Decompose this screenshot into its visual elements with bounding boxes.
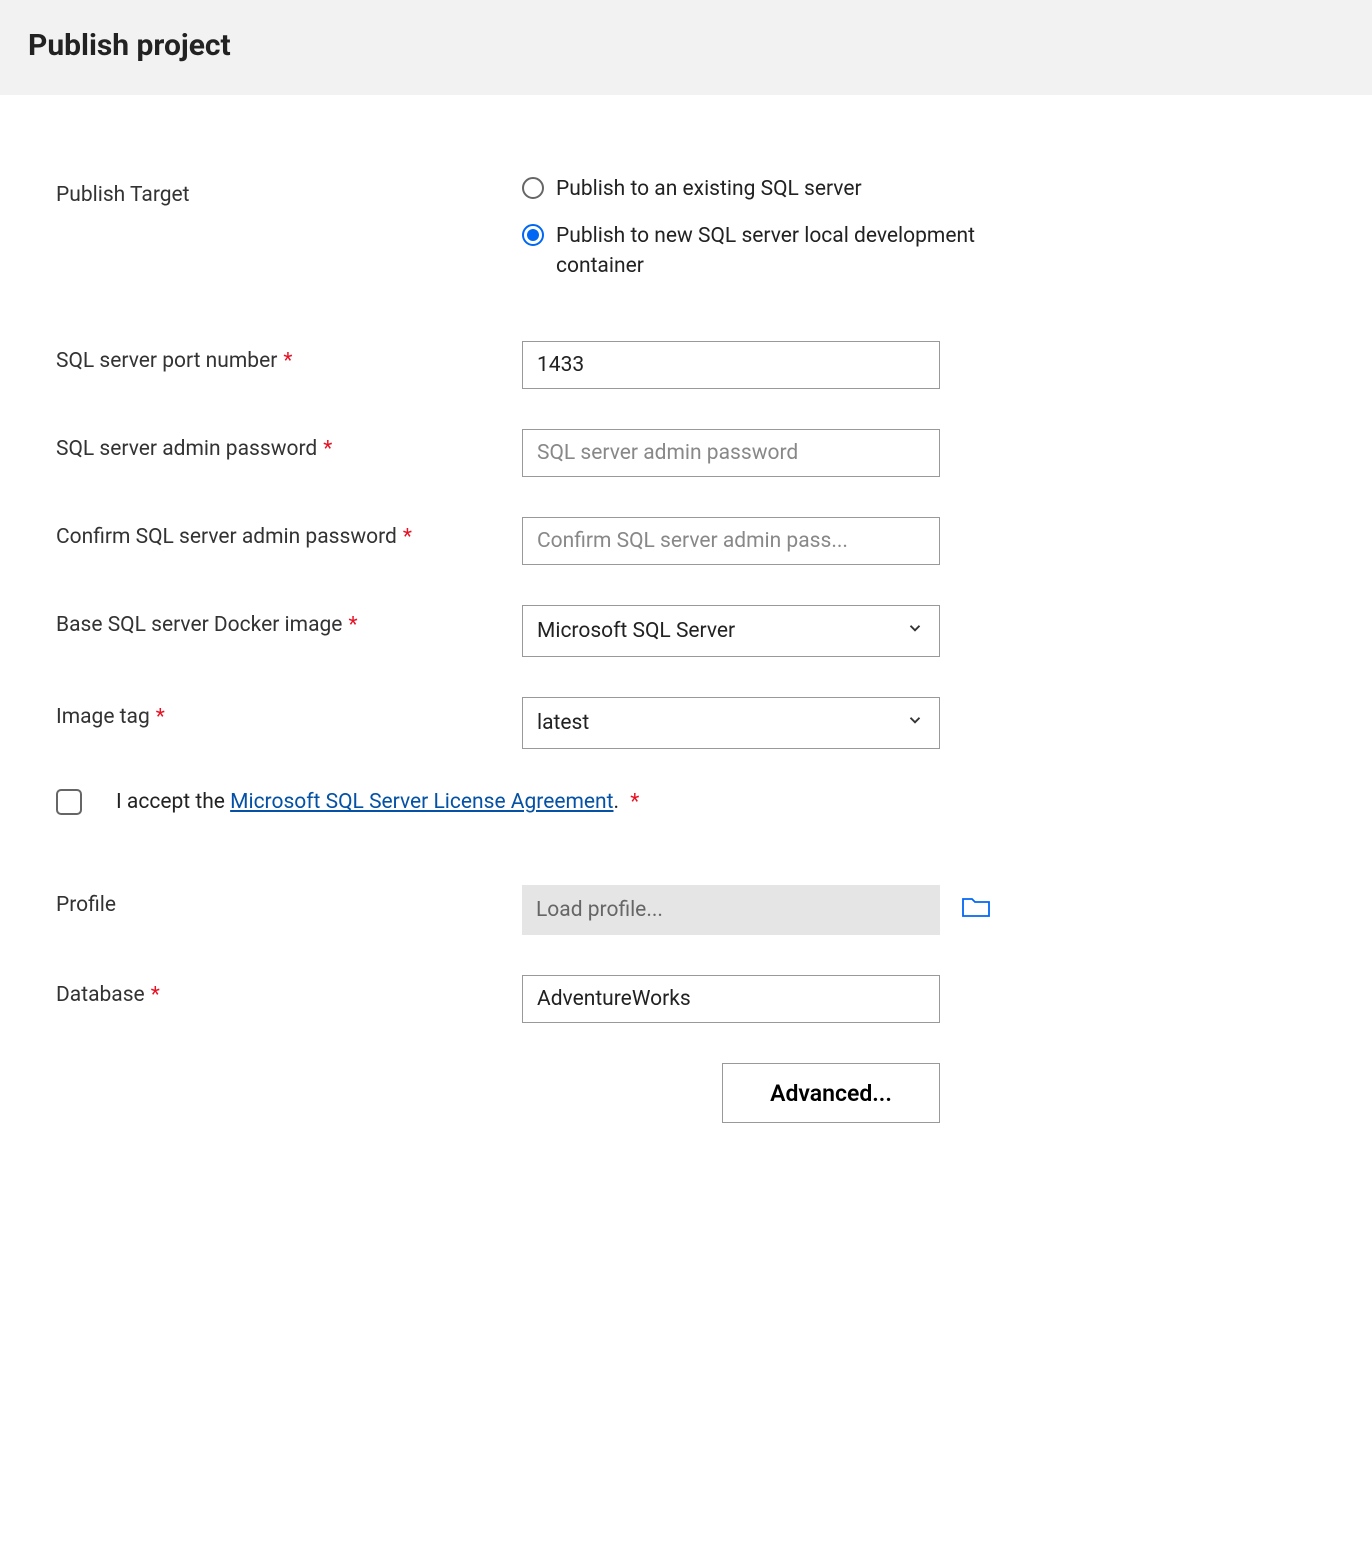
folder-icon[interactable] [962, 896, 990, 924]
required-asterisk: * [283, 349, 292, 373]
required-asterisk: * [323, 437, 332, 461]
image-tag-select[interactable] [522, 697, 940, 749]
radio-new-container[interactable]: Publish to new SQL server local developm… [522, 222, 996, 281]
port-input[interactable] [522, 341, 940, 389]
profile-label: Profile [56, 885, 522, 917]
license-agreement-link[interactable]: Microsoft SQL Server License Agreement [230, 790, 613, 814]
radio-existing-label: Publish to an existing SQL server [556, 175, 862, 204]
image-tag-label: Image tag* [56, 697, 522, 729]
required-asterisk: * [151, 983, 160, 1007]
admin-password-label: SQL server admin password* [56, 429, 522, 461]
radio-circle-selected-icon [522, 224, 544, 246]
profile-input[interactable] [522, 885, 940, 935]
required-asterisk: * [625, 790, 639, 814]
admin-password-row: SQL server admin password* [56, 429, 1316, 477]
required-asterisk: * [348, 613, 357, 637]
license-checkbox[interactable] [56, 789, 82, 815]
advanced-row: Advanced... [56, 1063, 1316, 1123]
docker-image-label: Base SQL server Docker image* [56, 605, 522, 637]
database-label: Database* [56, 975, 522, 1007]
publish-target-label: Publish Target [56, 175, 522, 207]
database-row: Database* [56, 975, 1316, 1023]
profile-row: Profile [56, 885, 1316, 935]
image-tag-value[interactable] [522, 697, 940, 749]
port-label: SQL server port number* [56, 341, 522, 373]
image-tag-row: Image tag* [56, 697, 1316, 749]
dialog-title: Publish project [28, 28, 1344, 63]
database-input[interactable] [522, 975, 940, 1023]
docker-image-select[interactable] [522, 605, 940, 657]
license-row: I accept the Microsoft SQL Server Licens… [56, 789, 1316, 815]
docker-image-row: Base SQL server Docker image* [56, 605, 1316, 657]
publish-target-row: Publish Target Publish to an existing SQ… [56, 175, 1316, 281]
port-row: SQL server port number* [56, 341, 1316, 389]
dialog-content: Publish Target Publish to an existing SQ… [0, 95, 1372, 1163]
radio-existing-server[interactable]: Publish to an existing SQL server [522, 175, 996, 204]
confirm-password-row: Confirm SQL server admin password* [56, 517, 1316, 565]
license-label: I accept the Microsoft SQL Server Licens… [116, 790, 639, 814]
confirm-password-input[interactable] [522, 517, 940, 565]
radio-new-container-label: Publish to new SQL server local developm… [556, 222, 996, 281]
docker-image-value[interactable] [522, 605, 940, 657]
dialog-header: Publish project [0, 0, 1372, 95]
required-asterisk: * [156, 705, 165, 729]
advanced-button[interactable]: Advanced... [722, 1063, 940, 1123]
confirm-password-label: Confirm SQL server admin password* [56, 517, 522, 549]
required-asterisk: * [403, 525, 412, 549]
admin-password-input[interactable] [522, 429, 940, 477]
publish-target-radio-group: Publish to an existing SQL server Publis… [522, 175, 996, 281]
radio-circle-icon [522, 177, 544, 199]
